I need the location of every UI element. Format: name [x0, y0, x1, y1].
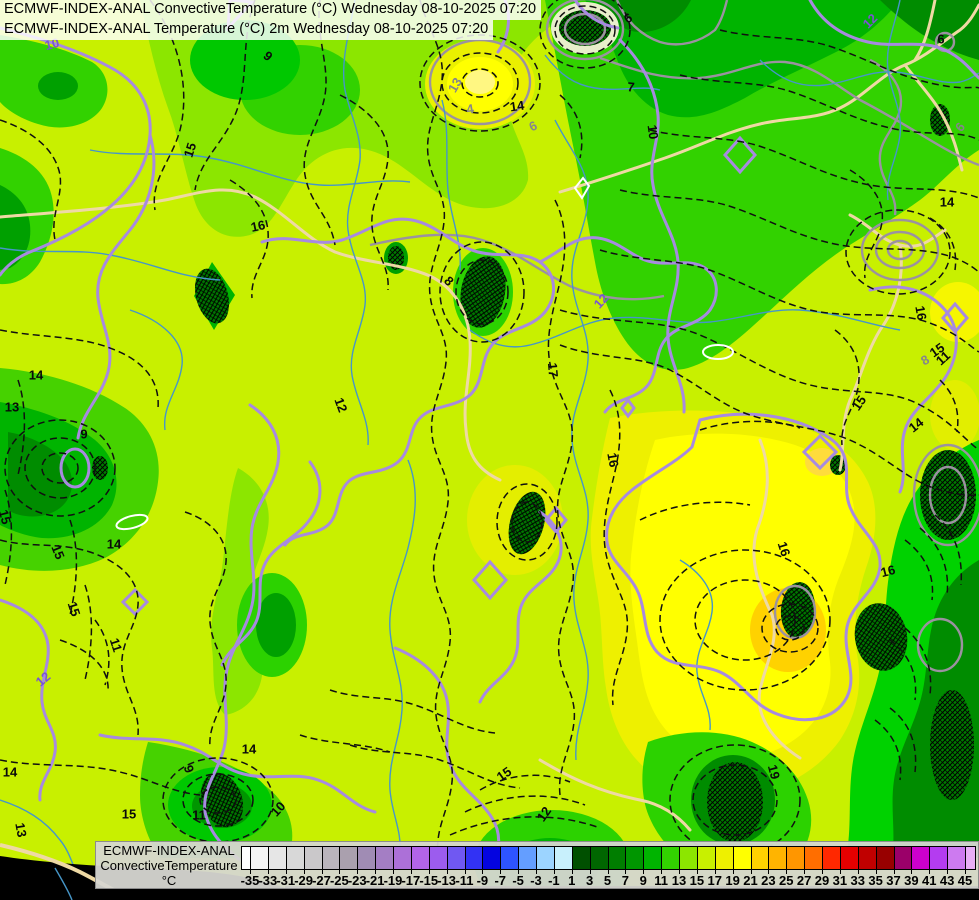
colorbar-tick-label: 5 [603, 873, 612, 888]
colorbar-cell [912, 847, 931, 869]
colorbar-tick-label: 43 [939, 873, 955, 888]
legend-unit: °C [161, 873, 177, 888]
colorbar-cell [805, 847, 823, 869]
colorbar-tick-label: -29 [294, 873, 314, 888]
colorbar-tick-label: 11 [654, 873, 668, 888]
title-line-convective: ECMWF-INDEX-ANAL ConvectiveTemperature (… [0, 0, 542, 20]
colorbar-tick-label: 21 [743, 873, 758, 888]
colorbar-tick-label: -13 [437, 873, 457, 888]
colorbar-tick-label: 7 [621, 873, 629, 888]
colorbar-tick-label: 17 [707, 873, 722, 888]
colorbar-cell [876, 847, 895, 869]
colorbar-tick-label: 13 [671, 873, 687, 888]
colorbar-tick-label: 39 [904, 873, 919, 888]
colorbar-tick-label: 33 [850, 873, 865, 888]
legend-parameter-name: ConvectiveTemperature [100, 858, 238, 873]
colorbar-cell [519, 847, 537, 869]
colorbar-tick-label: -17 [401, 873, 421, 888]
colorbar-cell [733, 847, 752, 869]
colorbar-tick-label: 15 [689, 873, 705, 888]
bottom-black-strip [95, 889, 979, 900]
colorbar-tick-label: -19 [383, 873, 403, 888]
colorbar-tick-label: -25 [329, 873, 349, 888]
colorbar-cell [608, 847, 627, 869]
colorbar-tick-label: 35 [868, 873, 883, 888]
colorbar-cell [322, 847, 341, 869]
colorbar-cell [626, 847, 645, 869]
colorbar-tick-label: 29 [814, 873, 830, 888]
colorbar-tick-label: 3 [586, 873, 594, 888]
colorbar-tick-label: -21 [365, 873, 385, 888]
weather-map-screen: 15 9 16 10 10 6 7 6 6 14 15 13 14 6 4 17 16 12 12 16 14 11 15 1… [0, 0, 979, 900]
colorbar-tick-label: -7 [494, 873, 507, 888]
colorbar-cell [483, 847, 502, 869]
colorbar-tick-label: -35 [240, 873, 260, 888]
colorbar-tick-label: 45 [957, 873, 973, 888]
legend-text-block: ECMWF-INDEX-ANAL ConvectiveTemperature °… [96, 843, 242, 888]
colorbar-cell [465, 847, 484, 869]
colorbar-tick-label: 31 [832, 873, 848, 888]
colorbar-cell [537, 847, 555, 869]
colorbar-tick-label: -23 [347, 873, 367, 888]
colorbar-tick-label: -3 [530, 873, 542, 888]
colorbar-tick-label: -15 [419, 873, 439, 888]
colorbar-tick-label: 27 [796, 873, 812, 888]
colorbar-tick-label: -5 [512, 873, 524, 888]
colorbar-cell [823, 847, 841, 869]
colorbar-tick-label: -33 [258, 873, 278, 888]
colorbar-cell [715, 847, 734, 869]
colorbar-cell [268, 847, 287, 869]
colorbar-cell [894, 847, 913, 869]
colorbar-cell [340, 847, 359, 869]
colorbar-cell [948, 847, 966, 869]
colorbar-cell [501, 847, 520, 869]
colorbar-cell [376, 847, 394, 869]
colorbar-cell [411, 847, 430, 869]
colorbar-cell [787, 847, 806, 869]
colorbar-tick-label: -27 [312, 873, 331, 888]
title-block: ECMWF-INDEX-ANAL ConvectiveTemperature (… [0, 0, 542, 40]
colorbar-cell [572, 847, 591, 869]
colorbar-tick-label: 19 [725, 873, 740, 888]
legend-panel: ECMWF-INDEX-ANAL ConvectiveTemperature °… [95, 841, 979, 889]
colorbar-cell [304, 847, 323, 869]
colorbar-cell [680, 847, 698, 869]
colorbar-cell [286, 847, 305, 869]
colorbar-tick-label: -9 [476, 873, 489, 888]
colorbar [241, 846, 976, 870]
colorbar-cell [697, 847, 716, 869]
colorbar-tick-label: 1 [568, 873, 576, 888]
colorbar-cell [554, 847, 573, 869]
colorbar-cell [840, 847, 859, 869]
colorbar-cell [242, 847, 251, 869]
colorbar-cell [966, 847, 975, 869]
colorbar-cell [930, 847, 949, 869]
colorbar-tick-label: 9 [639, 873, 647, 888]
colorbar-tick-label: 23 [761, 873, 776, 888]
colorbar-cell [751, 847, 770, 869]
colorbar-cell [769, 847, 788, 869]
colorbar-tick-label: -1 [548, 873, 560, 888]
colorbar-tick-label: -11 [455, 873, 474, 888]
colorbar-cell [590, 847, 609, 869]
colorbar-cell [858, 847, 877, 869]
legend-model-name: ECMWF-INDEX-ANAL [103, 843, 235, 858]
colorbar-cell [394, 847, 412, 869]
title-line-temperature-2m: ECMWF-INDEX-ANAL Temperature (°C) 2m Wed… [0, 20, 494, 40]
colorbar-cell [644, 847, 663, 869]
contour-map-canvas [0, 0, 979, 900]
colorbar-cell [662, 847, 680, 869]
colorbar-cell [358, 847, 377, 869]
colorbar-tick-label: 37 [886, 873, 901, 888]
colorbar-cell [447, 847, 466, 869]
colorbar-cell [429, 847, 448, 869]
colorbar-tick-label: -31 [276, 873, 296, 888]
colorbar-cell [251, 847, 269, 869]
colorbar-tick-label: 41 [922, 873, 937, 888]
colorbar-tick-label: 25 [779, 873, 794, 888]
